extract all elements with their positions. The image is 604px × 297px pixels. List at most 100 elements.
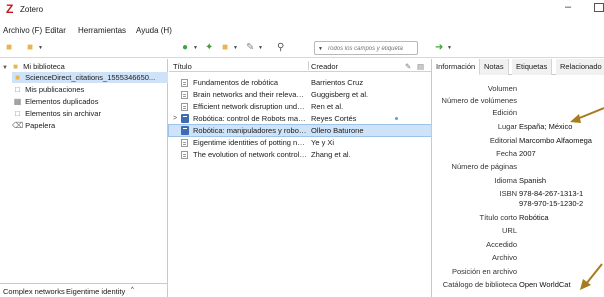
field-label: Accedido [486, 240, 517, 249]
column-picker-icon[interactable]: ▤ [417, 62, 424, 71]
field-url[interactable]: URL [432, 225, 604, 237]
sidebar-item-label: Elementos sin archivar [25, 109, 101, 118]
field-label: Idioma [494, 176, 517, 185]
field-titulo-corto[interactable]: Título corto Robótica [432, 212, 604, 224]
table-row[interactable]: > Robótica: control de Robots manipula..… [169, 113, 431, 124]
search-mode-chevron-icon[interactable]: ▼ [318, 46, 323, 52]
item-title: Efficient network disruption under imp..… [193, 102, 308, 111]
tag-item[interactable]: Complex networks [3, 287, 65, 296]
tab-info[interactable]: Información [432, 59, 481, 75]
sidebar-item-trash[interactable]: ⌫ Papelera [12, 120, 55, 131]
chevron-down-icon[interactable]: ▼ [447, 45, 452, 51]
sidebar-item-label: Elementos duplicados [25, 97, 99, 106]
maximize-button[interactable] [594, 3, 604, 12]
chevron-down-icon[interactable]: ▼ [233, 45, 238, 51]
document-icon [181, 103, 188, 111]
field-label: Archivo [491, 253, 517, 262]
field-value[interactable]: Spanish [519, 175, 546, 187]
detail-tabs: Información Notas Etiquetas Relacionado [432, 59, 604, 75]
collection-item[interactable]: ■ ScienceDirect_citations_1555346650... [12, 72, 168, 83]
field-label: Lugar [497, 122, 517, 131]
field-value[interactable]: Marcombo Alfaomega [519, 135, 592, 147]
column-creator[interactable]: Creador [311, 62, 338, 71]
field-label: Posición en archivo [451, 267, 517, 276]
add-attachment-icon[interactable]: ■ [222, 43, 228, 53]
sidebar-item-label: Papelera [25, 121, 56, 130]
collections-pane: ▼ ■ Mi biblioteca ■ ScienceDirect_citati… [0, 59, 168, 283]
chevron-down-icon[interactable]: ▼ [193, 45, 198, 51]
menu-editar[interactable]: Editar [45, 26, 66, 35]
field-value[interactable]: Robótica [519, 212, 549, 224]
locate-icon[interactable]: ➜ [435, 43, 443, 53]
field-value[interactable]: 978-970-15-1230-2 [519, 198, 583, 210]
search-input[interactable] [327, 44, 417, 54]
field-idioma[interactable]: Idioma Spanish [432, 175, 604, 187]
collection-label: ScienceDirect_citations_1555346650... [25, 73, 156, 82]
item-creator: Reyes Cortés [311, 114, 357, 123]
field-label: Edición [492, 108, 517, 117]
sidebar-item-publications[interactable]: □ Mis publicaciones [12, 84, 84, 95]
tab-related[interactable]: Relacionado [556, 59, 604, 75]
field-isbn-2[interactable]: 978-970-15-1230-2 [432, 198, 604, 210]
chevron-down-icon[interactable]: ▼ [38, 45, 43, 51]
tab-tags[interactable]: Etiquetas [512, 59, 553, 75]
table-row[interactable]: Fundamentos de robótica Barrientos Cruz [169, 77, 431, 88]
chevron-right-icon[interactable]: > [173, 113, 177, 124]
folder-icon: ■ [15, 73, 20, 82]
table-row[interactable]: Efficient network disruption under imp..… [169, 101, 431, 112]
chevron-down-icon[interactable]: ▼ [258, 45, 263, 51]
field-label: Número de volúmenes [441, 96, 517, 105]
field-num-paginas[interactable]: Número de páginas [432, 161, 604, 173]
chevron-down-icon[interactable]: ▼ [2, 65, 8, 71]
table-row[interactable]: Eigentime identities of potting networks… [169, 137, 431, 148]
library-root[interactable]: ▼ ■ Mi biblioteca [2, 61, 65, 72]
field-label: Catálogo de biblioteca [442, 280, 517, 289]
unfiled-icon: □ [15, 109, 20, 118]
tab-notes[interactable]: Notas [480, 59, 509, 75]
field-value[interactable]: 2007 [519, 148, 536, 160]
add-note-icon[interactable]: ✎ [246, 43, 254, 53]
field-editorial[interactable]: Editorial Marcombo Alfaomega [432, 135, 604, 147]
field-value[interactable]: España; México [519, 121, 572, 133]
field-label: Fecha [496, 149, 517, 158]
menu-archivo[interactable]: Archivo (F) [3, 26, 42, 35]
folder-icon: ■ [13, 62, 18, 71]
sidebar-item-label: Mis publicaciones [25, 85, 85, 94]
item-title: Brain networks and their relevance for .… [193, 90, 308, 99]
column-divider[interactable] [308, 61, 309, 70]
item-title: Fundamentos de robótica [193, 78, 279, 87]
menu-ayuda[interactable]: Ayuda (H) [136, 26, 172, 35]
sidebar-item-duplicates[interactable]: ▦ Elementos duplicados [12, 96, 99, 107]
window-title: Zotero [20, 5, 44, 14]
document-icon: □ [15, 85, 20, 94]
table-row-selected[interactable]: Robótica: manipuladores y robots mó... O… [168, 124, 432, 137]
table-row[interactable]: Brain networks and their relevance for .… [169, 89, 431, 100]
toolbar: ■ ■ ▼ ● ▼ ✦ ■ ▼ ✎ ▼ ⚲ ➜ ▼ [0, 38, 604, 58]
menu-herramientas[interactable]: Herramientas [78, 26, 126, 35]
chevron-up-icon[interactable]: ^ [131, 287, 134, 293]
item-title: Eigentime identities of potting networks… [193, 138, 308, 147]
item-creator: Guggisberg et al. [311, 90, 369, 99]
magic-wand-icon[interactable]: ✦ [205, 43, 213, 53]
field-value[interactable]: Open WorldCat [519, 279, 571, 291]
sync-icon[interactable]: ● [182, 43, 188, 53]
new-collection-icon[interactable]: ■ [6, 43, 12, 53]
attachment-column-icon[interactable]: ✎ [405, 62, 411, 71]
search-box[interactable]: ▼ [314, 41, 418, 55]
table-row[interactable]: The evolution of network controllabilit.… [169, 149, 431, 160]
item-creator: Zhang et al. [311, 150, 351, 159]
tag-item[interactable]: Eigentime identity [66, 287, 125, 296]
field-accedido[interactable]: Accedido [432, 239, 604, 251]
menu-bar: Archivo (F) Editar Herramientas Ayuda (H… [0, 21, 604, 35]
book-icon [181, 114, 189, 123]
search-icon[interactable]: ⚲ [277, 43, 284, 53]
new-library-icon[interactable]: ■ [27, 43, 33, 53]
field-fecha[interactable]: Fecha 2007 [432, 148, 604, 160]
item-creator: Barrientos Cruz [311, 78, 364, 87]
column-title[interactable]: Título [173, 62, 192, 71]
minimize-button[interactable]: – [565, 1, 571, 13]
sidebar-item-unfiled[interactable]: □ Elementos sin archivar [12, 108, 101, 119]
attachment-dot-icon [395, 117, 398, 120]
field-volumen[interactable]: Volumen [432, 83, 604, 95]
duplicates-icon: ▦ [13, 97, 22, 106]
